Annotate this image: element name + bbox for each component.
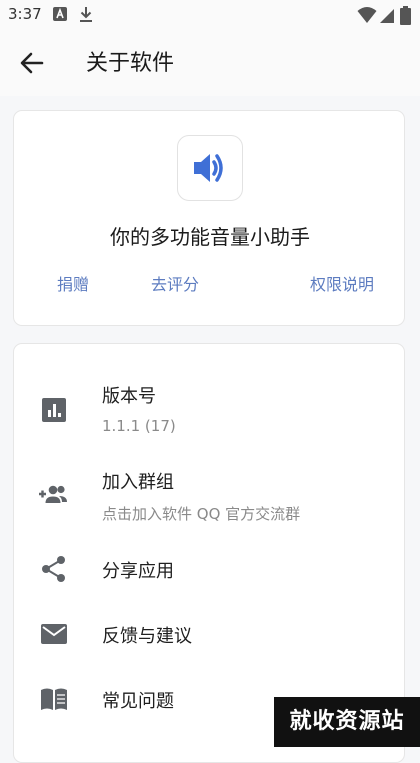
page-title: 关于软件 — [86, 51, 175, 76]
app-bar: 关于软件 — [0, 30, 420, 96]
join-group-title: 加入群组 — [102, 472, 174, 493]
book-icon — [41, 688, 67, 710]
permissions-link[interactable]: 权限说明 — [310, 271, 374, 295]
join-group-subtitle: 点击加入软件 QQ 官方交流群 — [102, 505, 301, 523]
wifi-icon — [357, 7, 377, 23]
speaker-icon — [194, 154, 223, 182]
donate-link[interactable]: 捐赠 — [57, 271, 89, 295]
list-item-join-group[interactable]: 加入群组 点击加入软件 QQ 官方交流群 — [14, 450, 406, 530]
share-title: 分享应用 — [102, 561, 174, 582]
rate-link[interactable]: 去评分 — [151, 271, 199, 295]
list-item-feedback[interactable]: 反馈与建议 — [14, 604, 406, 664]
mail-icon — [41, 624, 67, 644]
bar-chart-icon — [42, 398, 66, 422]
app-tagline: 你的多功能音量小助手 — [110, 225, 310, 249]
keyboard-a-icon — [53, 7, 67, 21]
share-icon — [42, 556, 65, 582]
battery-icon — [400, 6, 411, 25]
back-arrow-icon[interactable] — [14, 47, 50, 79]
list-item-version[interactable]: 版本号 1.1.1 (17) — [14, 364, 406, 444]
status-bar: 3:37 — [0, 0, 420, 30]
about-card: 你的多功能音量小助手 捐赠 去评分 权限说明 — [13, 110, 405, 326]
status-time: 3:37 — [8, 5, 42, 23]
feedback-title: 反馈与建议 — [102, 626, 192, 647]
list-item-share[interactable]: 分享应用 — [14, 539, 406, 599]
version-value: 1.1.1 (17) — [102, 417, 176, 435]
faq-title: 常见问题 — [102, 691, 174, 712]
app-logo — [177, 135, 243, 201]
signal-icon — [380, 9, 394, 23]
download-icon — [80, 7, 92, 22]
version-title: 版本号 — [102, 386, 156, 407]
group-add-icon — [39, 485, 67, 503]
watermark: 就收资源站 — [274, 697, 420, 747]
